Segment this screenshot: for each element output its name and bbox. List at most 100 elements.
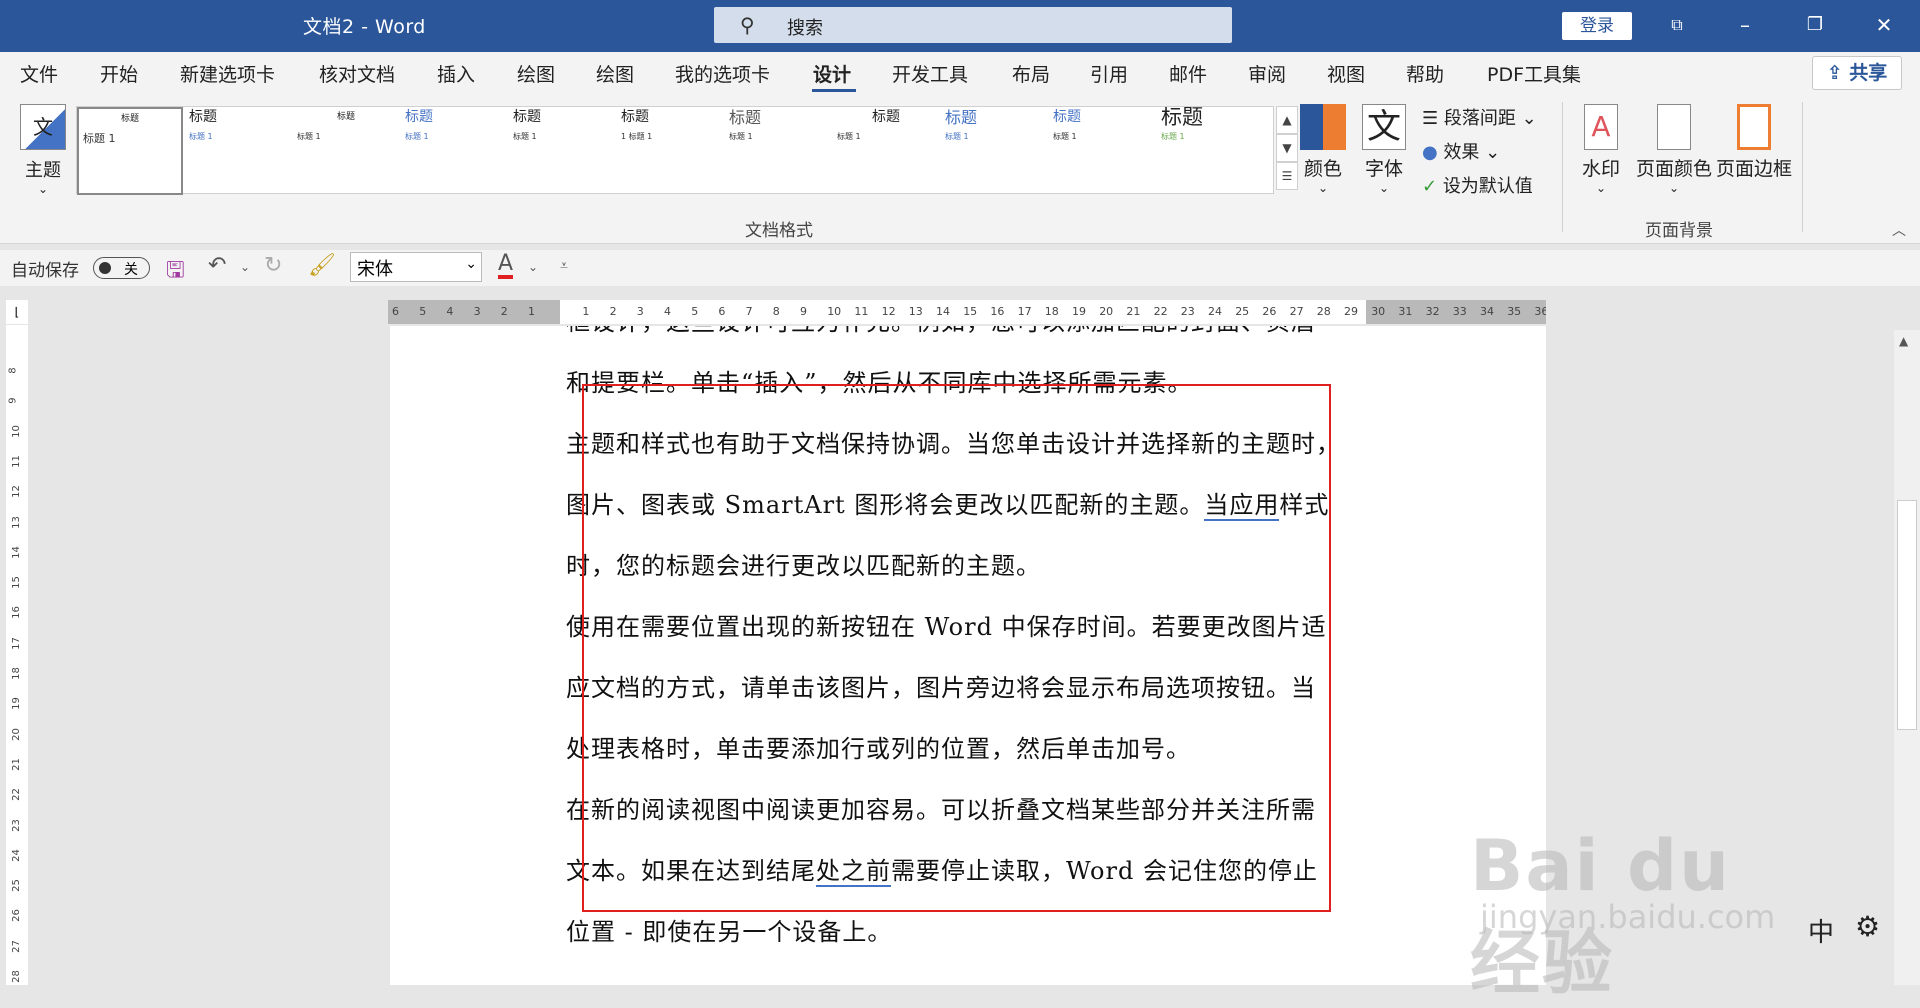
login-button[interactable]: 登录 (1562, 12, 1632, 40)
gear-icon[interactable]: ⚙ (1855, 910, 1880, 943)
restore-icon[interactable]: ❐ (1795, 10, 1835, 40)
text-line[interactable]: 位置 - 即使在另一个设备上。 (566, 912, 892, 947)
tab-draw-1[interactable]: 绘图 (517, 60, 555, 87)
gallery-more-icon[interactable]: ☰ (1276, 162, 1298, 190)
search-placeholder: 搜索 (787, 18, 823, 39)
page-borders-button[interactable]: 页面边框 (1716, 104, 1792, 181)
tab-insert[interactable]: 插入 (437, 60, 475, 87)
ruler-label: 6 (718, 305, 726, 318)
group-separator (1802, 102, 1803, 232)
font-color-dropdown-icon[interactable]: ⌄ (528, 260, 538, 274)
minimize-icon[interactable]: – (1725, 10, 1765, 40)
ruler-label: 33 (1452, 305, 1467, 318)
style-set-item[interactable]: 标题 标题 1 (401, 107, 507, 195)
font-name-select[interactable]: 宋体 ⌄ (350, 252, 482, 282)
fonts-button[interactable]: 文 字体 ⌄ (1362, 104, 1406, 195)
chevron-down-icon: ⌄ (1668, 181, 1680, 195)
format-painter-icon[interactable]: 🖌 (308, 253, 336, 278)
tab-new[interactable]: 新建选项卡 (180, 60, 275, 87)
ruler-label: 10 (827, 305, 842, 318)
effects-button[interactable]: ● 效果 ⌄ (1422, 138, 1500, 164)
style-set-item[interactable]: 标题 标题 1 (725, 107, 831, 195)
gallery-down-icon[interactable]: ▼ (1276, 134, 1298, 162)
ruler-label: 27 (1289, 305, 1304, 318)
ruler-label: 35 (1507, 305, 1522, 318)
ruler-label: 5 (419, 305, 427, 318)
page-color-button[interactable]: 页面颜色 ⌄ (1636, 104, 1712, 195)
tab-layout[interactable]: 布局 (1012, 60, 1050, 87)
style-set-item[interactable]: 标题 标题 1 (509, 107, 615, 195)
themes-icon: 文 (20, 104, 66, 150)
tab-help[interactable]: 帮助 (1406, 60, 1444, 87)
toggle-knob (99, 262, 111, 274)
tab-design[interactable]: 设计 (813, 60, 851, 87)
ribbon-display-icon[interactable]: ⧉ (1657, 10, 1697, 40)
gallery-up-icon[interactable]: ▲ (1276, 106, 1298, 134)
ruler-label: 16 (10, 606, 22, 620)
style-set-item[interactable]: 标题 1 标题 1 (617, 107, 723, 195)
style-set-item[interactable]: 标题 标题 1 (77, 107, 183, 195)
autosave-toggle[interactable]: 关 (93, 257, 150, 279)
tab-my[interactable]: 我的选项卡 (675, 60, 770, 87)
ruler-label: 13 (908, 305, 923, 318)
scroll-thumb[interactable] (1897, 500, 1917, 730)
font-color-icon[interactable]: A (498, 253, 514, 279)
ruler-label: 15 (10, 576, 22, 589)
customize-qat-icon[interactable]: ⩡ (560, 258, 568, 274)
style-set-item[interactable]: 标题 标题 1 (185, 107, 291, 195)
ruler-label: 18 (1044, 305, 1059, 318)
ruler-label: 30 (1371, 305, 1386, 318)
ruler-label: 9 (800, 305, 807, 318)
close-icon[interactable]: ✕ (1864, 10, 1904, 40)
paragraph-spacing-button[interactable]: ☰ 段落间距 ⌄ (1422, 104, 1537, 130)
ribbon-tabs: 文件 开始 新建选项卡 核对文档 插入 绘图 绘图 我的选项卡 设计 开发工具 … (0, 52, 1920, 94)
highlight-box (582, 384, 1331, 912)
ruler-label: 17 (1017, 305, 1032, 318)
undo-dropdown-icon[interactable]: ⌄ (240, 260, 250, 274)
style-set-item[interactable]: 标题 标题 1 (1157, 107, 1273, 195)
search-box[interactable]: ⚲ 搜索 (714, 7, 1232, 43)
style-set-item[interactable]: 标题 标题 1 (941, 107, 1047, 195)
themes-button[interactable]: 文 主题 ⌄ (16, 104, 70, 204)
text-line[interactable]: 框设计，这些设计可互为补充。例如，您可以添加匹配的封面、页眉 (566, 326, 1316, 337)
vertical-scrollbar[interactable]: ▲ (1894, 330, 1920, 985)
collapse-ribbon-icon[interactable]: ︿ (1892, 220, 1906, 240)
ruler-label: 25 (10, 879, 22, 892)
vertical-ruler[interactable]: 8 9 10 11 12 13 14 15 16 17 18 19 20 21 22 23 24 25 26 27 28… (6, 325, 28, 985)
ruler-label: 14 (10, 545, 22, 559)
ime-mode-indicator[interactable]: 中 (1808, 912, 1834, 949)
tab-mailings[interactable]: 邮件 (1169, 60, 1207, 87)
style-set-item[interactable]: 标题 标题 1 (833, 107, 939, 195)
watermark-button[interactable]: A 水印 ⌄ (1582, 104, 1620, 195)
style-sub: 标题 1 (405, 132, 429, 141)
chevron-down-icon: ⌄ (465, 256, 477, 272)
tab-developer[interactable]: 开发工具 (892, 60, 968, 87)
watermark-icon: A (1584, 104, 1618, 150)
fonts-icon: 文 (1362, 104, 1406, 150)
scroll-up-icon[interactable]: ▲ (1899, 334, 1908, 348)
set-default-button[interactable]: ✓ 设为默认值 (1422, 172, 1533, 198)
tab-draw-2[interactable]: 绘图 (596, 60, 634, 87)
tab-stop-selector[interactable]: ⌊ (6, 300, 28, 324)
horizontal-ruler[interactable]: 6 5 4 3 2 1 1 2 3 4 5 6 7 8 9 10 11 12 13 14 15 16 17 18 19 20 21 2… (388, 300, 1546, 324)
ruler-label: 22 (10, 788, 22, 802)
style-set-item[interactable]: 标题 标题 1 (293, 107, 399, 195)
tab-view[interactable]: 视图 (1327, 60, 1365, 87)
tab-home[interactable]: 开始 (100, 60, 138, 87)
tab-references[interactable]: 引用 (1090, 60, 1128, 87)
undo-icon[interactable]: ↶ (208, 253, 226, 278)
tab-file[interactable]: 文件 (20, 60, 58, 87)
ruler-label: 26 (1262, 305, 1277, 318)
style-set-item[interactable]: 标题 标题 1 (1049, 107, 1155, 195)
chevron-down-icon: ⌄ (37, 182, 49, 196)
toggle-state: 关 (124, 262, 138, 278)
save-icon[interactable]: 🖫 (166, 253, 185, 291)
chevron-down-icon: ⌄ (1595, 181, 1607, 195)
ruler-label: 1 (582, 305, 590, 318)
tab-review[interactable]: 审阅 (1248, 60, 1286, 87)
share-button[interactable]: ⇪ 共享 (1812, 56, 1902, 90)
redo-icon[interactable]: ↻ (264, 253, 282, 278)
tab-review-doc[interactable]: 核对文档 (319, 60, 395, 87)
colors-button[interactable]: 颜色 ⌄ (1300, 104, 1346, 195)
tab-pdf[interactable]: PDF工具集 (1487, 60, 1581, 87)
